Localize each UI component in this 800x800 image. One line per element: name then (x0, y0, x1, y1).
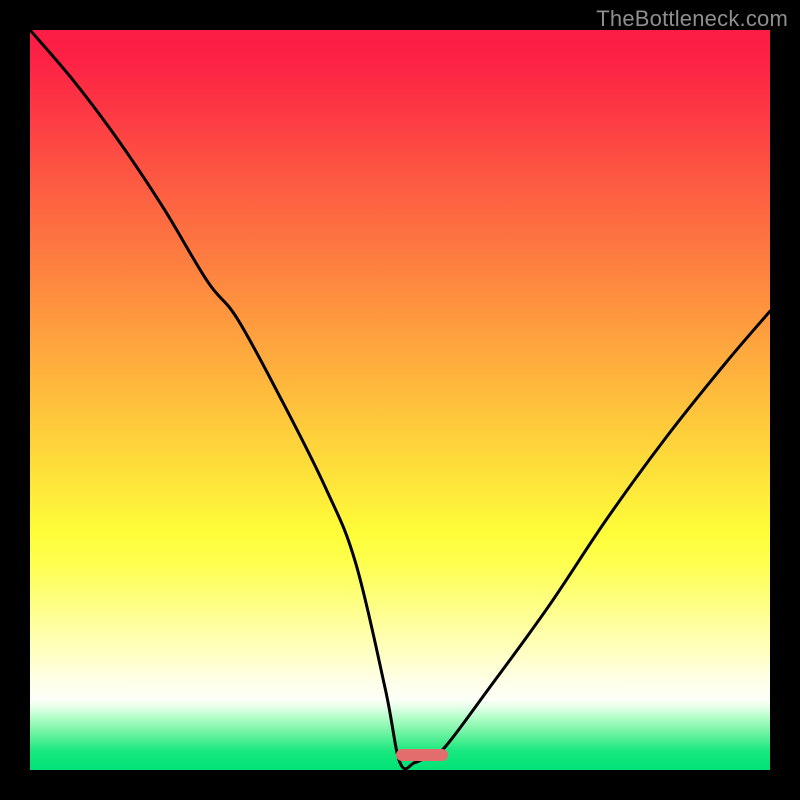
bottleneck-curve (30, 30, 770, 769)
plot-area (30, 30, 770, 770)
bottleneck-curve-layer (30, 30, 770, 770)
optimal-range-marker (396, 749, 448, 761)
watermark-text: TheBottleneck.com (596, 6, 788, 32)
chart-frame: TheBottleneck.com (0, 0, 800, 800)
